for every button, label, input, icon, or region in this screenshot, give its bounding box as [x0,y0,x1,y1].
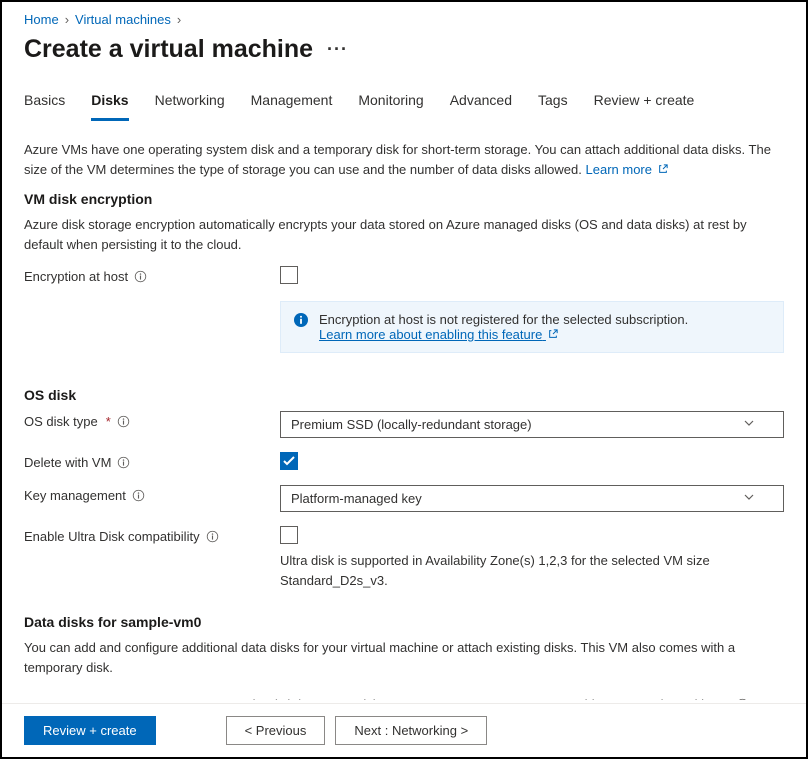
intro-description: Azure VMs have one operating system disk… [24,140,784,179]
encryption-info-banner: Encryption at host is not registered for… [280,301,784,353]
page-title: Create a virtual machine [24,35,313,64]
os-disk-type-select[interactable]: Premium SSD (locally-redundant storage) [280,411,784,438]
page-title-row: Create a virtual machine ··· [24,35,784,64]
tab-tags[interactable]: Tags [538,86,568,121]
ultra-disk-checkbox[interactable] [280,526,298,544]
tab-basics[interactable]: Basics [24,86,65,121]
tab-review-create[interactable]: Review + create [594,86,695,121]
breadcrumb: Home › Virtual machines › [24,12,784,27]
review-create-button[interactable]: Review + create [24,716,156,745]
info-icon[interactable] [117,415,130,428]
breadcrumb-home[interactable]: Home [24,12,59,27]
os-disk-type-label: OS disk type [24,414,98,429]
required-indicator: * [106,414,111,429]
breadcrumb-virtual-machines[interactable]: Virtual machines [75,12,171,27]
previous-button[interactable]: < Previous [226,716,326,745]
info-icon[interactable] [117,456,130,469]
ultra-disk-label: Enable Ultra Disk compatibility [24,529,200,544]
col-header-name: Name [84,697,244,700]
key-management-value: Platform-managed key [291,491,422,506]
info-icon[interactable] [206,530,219,543]
key-management-label: Key management [24,488,126,503]
wizard-footer: Review + create < Previous Next : Networ… [2,703,806,757]
col-header-delete-with-vm: Delete with VM [644,697,784,700]
next-button[interactable]: Next : Networking > [335,716,487,745]
col-header-disk-type: Disk type [354,697,534,700]
encryption-at-host-checkbox[interactable] [280,266,298,284]
col-header-size: Size (GiB) [244,697,354,700]
delete-with-vm-label: Delete with VM [24,455,111,470]
info-icon[interactable] [736,698,749,700]
section-heading-encryption: VM disk encryption [24,191,784,207]
os-disk-type-value: Premium SSD (locally-redundant storage) [291,417,532,432]
learn-more-link[interactable]: Learn more [586,162,668,177]
tab-monitoring[interactable]: Monitoring [358,86,423,121]
chevron-right-icon: › [177,12,181,27]
external-link-icon [548,327,558,337]
data-disks-table-header: LUN Name Size (GiB) Disk type Host cachi… [24,689,784,700]
key-management-select[interactable]: Platform-managed key [280,485,784,512]
chevron-down-icon [743,417,755,432]
tab-disks[interactable]: Disks [91,86,128,121]
data-disks-description: You can add and configure additional dat… [24,638,784,677]
chevron-right-icon: › [65,12,69,27]
info-icon[interactable] [132,489,145,502]
tab-advanced[interactable]: Advanced [450,86,512,121]
tab-networking[interactable]: Networking [155,86,225,121]
more-actions-button[interactable]: ··· [327,39,348,60]
encryption-at-host-label: Encryption at host [24,269,128,284]
section-heading-os-disk: OS disk [24,387,784,403]
external-link-icon [658,160,668,170]
chevron-down-icon [743,491,755,506]
encryption-description: Azure disk storage encryption automatica… [24,215,784,254]
col-header-host-caching: Host cachi... [534,697,644,700]
wizard-tabs: Basics Disks Networking Management Monit… [24,86,784,122]
encryption-info-link[interactable]: Learn more about enabling this feature [319,327,558,342]
ultra-disk-help-text: Ultra disk is supported in Availability … [280,551,784,590]
col-header-lun: LUN [24,697,84,700]
delete-with-vm-checkbox[interactable] [280,452,298,470]
encryption-info-text: Encryption at host is not registered for… [319,312,688,327]
info-icon[interactable] [134,270,147,283]
tab-management[interactable]: Management [251,86,333,121]
info-filled-icon [293,312,309,342]
section-heading-data-disks: Data disks for sample-vm0 [24,614,784,630]
